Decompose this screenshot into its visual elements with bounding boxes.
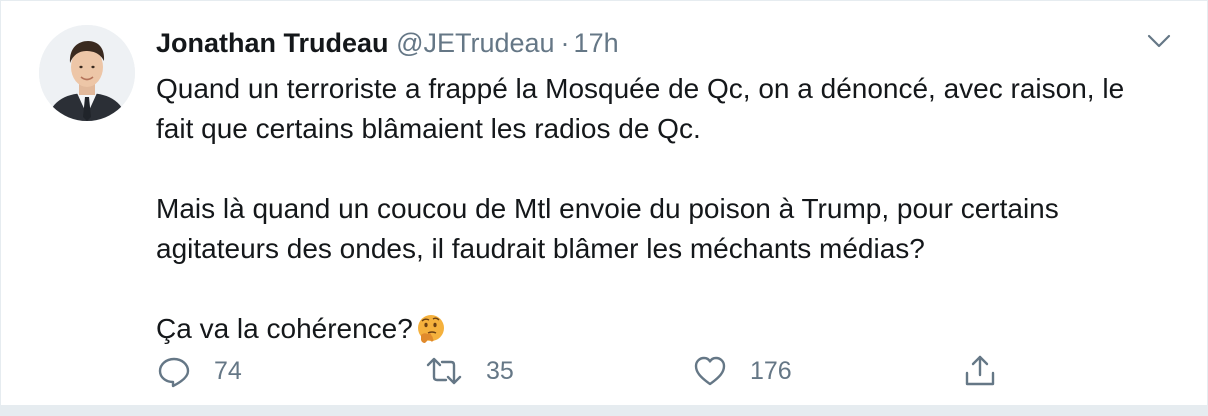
tweet-text: Quand un terroriste a frappé la Mosquée … — [156, 69, 1156, 349]
tweet-card[interactable]: Jonathan Trudeau @JETrudeau · 17h Quand un… — [0, 0, 1208, 416]
avatar[interactable] — [39, 25, 135, 121]
tweet-header: Jonathan Trudeau @JETrudeau · 17h — [156, 23, 1156, 63]
speech-bubble-icon — [158, 357, 190, 388]
reply-button[interactable]: 74 — [156, 351, 242, 391]
avatar-photo — [39, 25, 135, 121]
share-upload-icon — [965, 355, 995, 386]
tweet-paragraph-3-text: Ça va la cohérence? — [156, 313, 413, 344]
retweet-arrows-icon — [426, 357, 462, 385]
share-button[interactable] — [962, 351, 998, 391]
thinking-face-emoji-icon — [415, 313, 447, 345]
tweet-paragraph-2: Mais là quand un coucou de Mtl envoie du… — [156, 193, 1059, 264]
tweet-paragraph-1: Quand un terroriste a frappé la Mosquée … — [156, 73, 1125, 144]
retweet-button[interactable]: 35 — [424, 351, 514, 391]
tweet-menu-button[interactable] — [1145, 27, 1173, 55]
like-count: 176 — [750, 356, 792, 385]
tweet-content: Jonathan Trudeau @JETrudeau · 17h Quand un… — [156, 23, 1156, 349]
bottom-divider — [1, 405, 1207, 415]
retweet-count: 35 — [486, 356, 514, 385]
user-handle[interactable]: @JETrudeau — [396, 28, 554, 58]
reply-count: 74 — [214, 356, 242, 385]
tweet-actions: 74 35 176 — [156, 351, 1016, 391]
chevron-down-icon — [1147, 34, 1171, 48]
display-name[interactable]: Jonathan Trudeau — [156, 28, 389, 58]
tweet-paragraph-3: Ça va la cohérence? — [156, 309, 1156, 349]
heart-icon — [694, 356, 726, 386]
like-button[interactable]: 176 — [692, 351, 792, 391]
separator-dot: · — [560, 28, 570, 58]
timestamp[interactable]: 17h — [574, 28, 619, 58]
